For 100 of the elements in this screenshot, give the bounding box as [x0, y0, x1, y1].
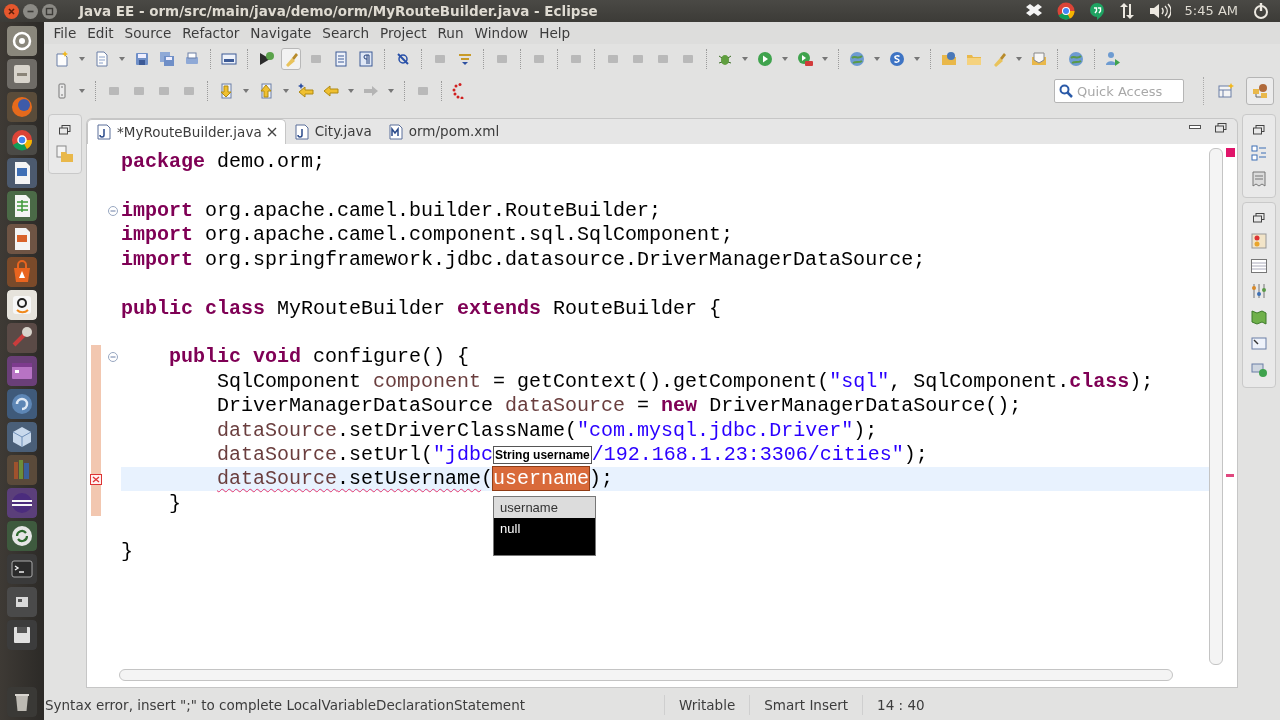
collapse-icon[interactable] — [108, 352, 118, 363]
maven-file-icon — [387, 123, 404, 140]
menu-item[interactable]: Refactor — [176, 22, 245, 44]
outline-icon[interactable] — [1251, 145, 1267, 161]
keyword: package — [121, 149, 205, 176]
menu-item[interactable]: Help — [533, 22, 576, 44]
code-text: DriverManagerDataSource — [217, 393, 495, 420]
smile-bag-icon[interactable] — [7, 290, 37, 320]
menu-item[interactable]: Run — [432, 22, 470, 44]
server-icon — [849, 51, 865, 67]
menu-item[interactable]: File — [48, 22, 82, 44]
write-mode-text: Writable — [664, 694, 750, 716]
power-icon[interactable] — [1252, 2, 1270, 20]
code-text: .setUrl( — [337, 441, 434, 468]
wrench-icon[interactable] — [7, 323, 37, 353]
java-file-icon — [293, 123, 310, 140]
console-icon[interactable] — [1251, 335, 1267, 351]
map-icon[interactable] — [1251, 309, 1267, 325]
error-overview-marker[interactable] — [1226, 474, 1234, 477]
perspective-button[interactable] — [1246, 77, 1274, 105]
swirl-icon[interactable] — [7, 389, 37, 419]
editor-tab[interactable]: orm/pom.xml — [379, 119, 508, 144]
code-text: org.springframework.jdbc.datasource.DriverManagerDataSource; — [204, 246, 926, 273]
chat-icon[interactable] — [1088, 1, 1105, 21]
keyword: extends — [457, 295, 542, 322]
outline-icon — [333, 51, 349, 67]
code-text: ); — [589, 466, 614, 493]
menu-item[interactable]: Window — [469, 22, 534, 44]
task-list-icon[interactable] — [1252, 171, 1266, 187]
menu-item[interactable]: Navigate — [244, 22, 317, 44]
terminal-icon[interactable] — [7, 554, 37, 584]
highlight-icon — [283, 51, 299, 67]
parameter-hint-tooltip: String username — [493, 445, 592, 464]
keyword: new — [661, 393, 698, 420]
servers-icon[interactable] — [1251, 361, 1267, 377]
menu-item[interactable]: Edit — [81, 22, 120, 44]
markers-icon[interactable] — [1251, 233, 1267, 249]
menu-item[interactable]: Source — [119, 22, 177, 44]
paragraph-button[interactable] — [356, 48, 376, 70]
keyword: public void — [169, 344, 302, 371]
minimize-icon[interactable] — [1189, 123, 1201, 131]
collapse-icon[interactable] — [108, 205, 118, 216]
string-literal: "com.mysql.jdbc.Driver" — [577, 417, 854, 444]
browser-icon[interactable] — [1056, 2, 1075, 20]
network-icon[interactable] — [1118, 2, 1135, 20]
print-icon — [184, 51, 200, 67]
quick-access-field[interactable]: Quick Access — [1054, 79, 1184, 103]
run-icon — [757, 51, 773, 67]
code-text: ( — [481, 466, 494, 493]
update-icon[interactable] — [7, 521, 37, 551]
close-window-icon[interactable] — [4, 3, 19, 19]
vertical-scrollbar[interactable] — [1209, 148, 1223, 665]
forward-icon — [363, 83, 379, 99]
sliders-icon[interactable] — [1251, 283, 1267, 299]
editor-tab[interactable]: City.java — [285, 119, 380, 144]
box-icon[interactable] — [1024, 3, 1043, 19]
string-literal: "sql" — [829, 368, 890, 395]
last-edit-icon — [298, 83, 314, 99]
code-text: .setDriverClassName( — [337, 417, 578, 444]
keyword: public class — [121, 295, 266, 322]
back-icon — [323, 83, 339, 99]
spreadsheet-icon[interactable] — [7, 191, 37, 221]
shopping-bag-icon[interactable] — [7, 257, 37, 287]
save-icon — [134, 51, 150, 67]
completion-item[interactable]: null — [494, 518, 596, 540]
globe-icon — [1068, 51, 1084, 67]
keyword: import — [121, 222, 193, 249]
cube-icon[interactable] — [7, 422, 37, 452]
maximize-window-icon[interactable] — [42, 3, 57, 19]
open-type-icon — [221, 51, 237, 67]
file-cabinet-icon[interactable] — [7, 59, 37, 89]
menu-item[interactable]: Search — [316, 22, 375, 44]
maximize-icon[interactable] — [1215, 123, 1227, 133]
properties-icon[interactable] — [1251, 259, 1267, 273]
editor-tab[interactable]: *MyRouteBuilder.java — [87, 119, 286, 144]
insert-mode-text: Smart Insert — [749, 694, 863, 716]
small-window-icon[interactable] — [7, 587, 37, 617]
menu-item[interactable]: Project — [374, 22, 432, 44]
variable-name: dataSource — [217, 466, 338, 493]
browser-icon[interactable] — [7, 125, 37, 155]
horizontal-scrollbar[interactable] — [119, 669, 1173, 681]
folders-icon[interactable] — [56, 145, 74, 163]
restore-icon[interactable] — [1253, 125, 1265, 135]
minimize-window-icon[interactable] — [23, 3, 38, 19]
restore-icon[interactable] — [1253, 213, 1265, 223]
volume-icon[interactable] — [1148, 3, 1171, 19]
window-title: Java EE - orm/src/main/java/demo/orm/MyRouteBuilder.java - Eclipse — [79, 1, 598, 21]
presentation-icon[interactable] — [7, 224, 37, 254]
text-document-icon[interactable] — [7, 158, 37, 188]
dash-icon[interactable] — [7, 26, 37, 56]
method-call: .setUsername — [337, 466, 482, 493]
paragraph-icon — [358, 51, 374, 67]
close-icon[interactable] — [266, 127, 277, 137]
window-icon[interactable] — [7, 356, 37, 386]
highlight-button[interactable] — [281, 48, 301, 70]
restore-icon[interactable] — [59, 125, 71, 135]
run-external-icon — [797, 51, 813, 67]
completion-item[interactable]: username — [494, 497, 596, 519]
code-text: MyRouteBuilder — [276, 295, 447, 322]
save-all-icon — [159, 51, 175, 67]
